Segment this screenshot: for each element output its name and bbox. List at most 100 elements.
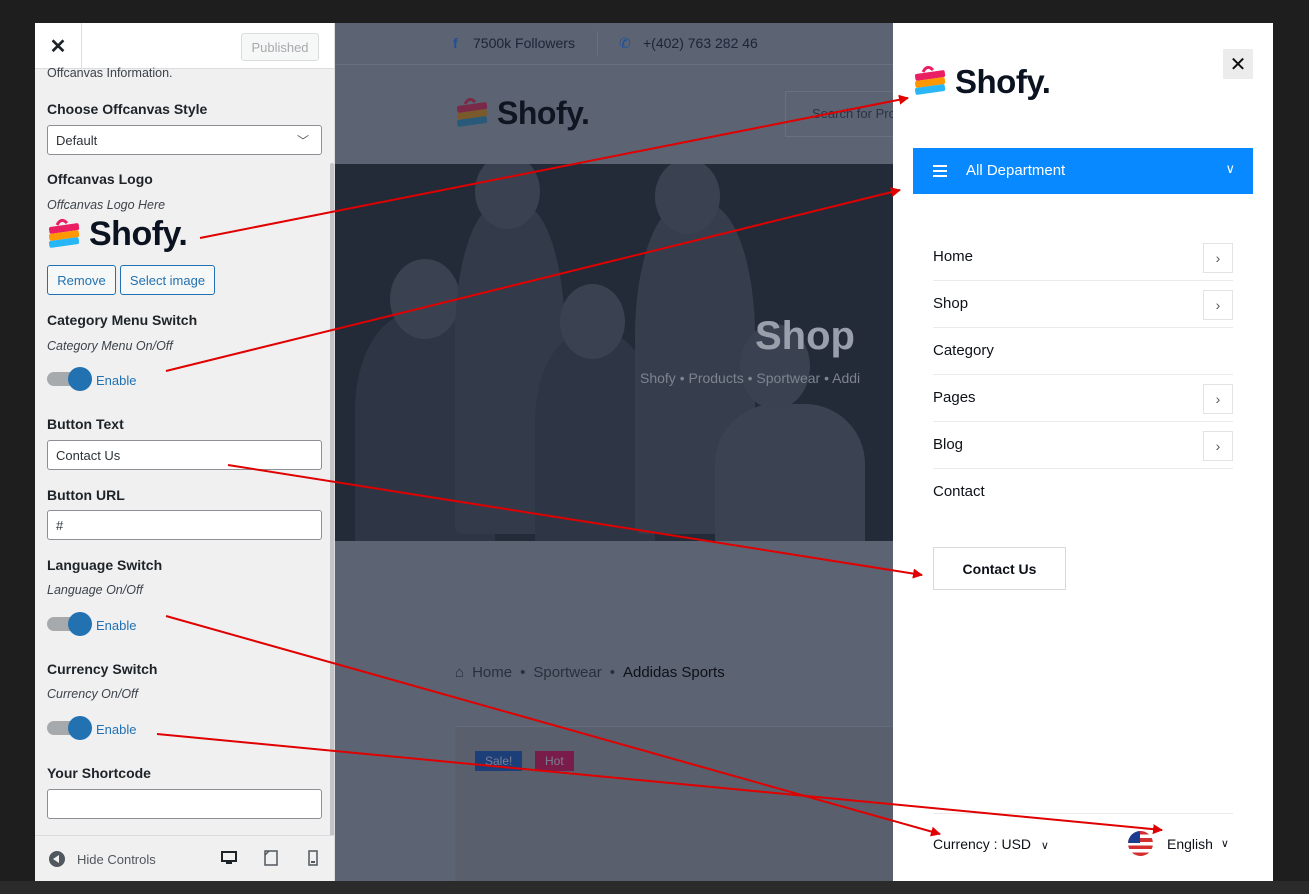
breadcrumb-sportwear[interactable]: Sportwear [533, 664, 601, 681]
currency-switch-hint: Currency On/Off [47, 687, 138, 701]
button-text-label: Button Text [47, 416, 124, 432]
customizer-header: ✕ Published [35, 23, 334, 69]
menu-item-pages[interactable]: Pages › [933, 375, 1233, 422]
language-switch-hint: Language On/Off [47, 583, 143, 597]
category-toggle-label: Enable [96, 373, 137, 388]
chevron-down-icon: ∨ [1040, 840, 1049, 852]
breadcrumb-current: Addidas Sports [622, 664, 725, 681]
all-department-toggle[interactable]: All Department ∨ [913, 148, 1253, 194]
phone-text[interactable]: +(402) 763 282 46 [643, 35, 758, 51]
menu-item-label: Home [933, 248, 974, 265]
category-switch-label: Category Menu Switch [47, 312, 198, 328]
menu-item-category[interactable]: Category [933, 328, 1233, 375]
section-intro: Offcanvas Information. [47, 66, 173, 80]
tablet-icon[interactable] [263, 850, 279, 866]
chevron-down-icon: ∨ [1225, 161, 1235, 176]
hero-breadcrumb: Shofy • Products • Sportwear • Addi [640, 370, 861, 386]
sale-badge: Sale! [475, 751, 523, 771]
page-breadcrumb: ⌂ Home • Sportwear • Addidas Sports [455, 664, 725, 681]
site-logo[interactable]: Shofy. [455, 95, 590, 132]
category-switch-hint: Category Menu On/Off [47, 339, 173, 353]
offcanvas-logo[interactable]: Shofy. [913, 63, 1051, 101]
close-icon[interactable]: ✕ [35, 23, 82, 69]
hero-person-head [390, 259, 460, 339]
menu-item-label: Blog [933, 436, 964, 453]
product-card: Sale! Hot [455, 726, 893, 881]
site-topbar: f 7500k Followers ✆ +(402) 763 282 46 [335, 23, 893, 65]
site-logo-text: Shofy. [497, 95, 590, 131]
currency-selector[interactable]: Currency : USD ∨ [933, 836, 1049, 852]
offcanvas-logo-text: Shofy. [955, 63, 1051, 100]
language-toggle-label: Enable [96, 618, 137, 633]
hide-controls-button[interactable]: Hide Controls [49, 851, 156, 867]
phone-icon: ✆ [619, 35, 631, 51]
hot-badge: Hot [535, 751, 574, 771]
chevron-right-icon[interactable]: › [1203, 290, 1233, 320]
currency-toggle[interactable] [47, 716, 92, 740]
menu-item-label: Shop [933, 295, 969, 312]
button-url-label: Button URL [47, 487, 125, 503]
chevron-right-icon[interactable]: › [1203, 243, 1233, 273]
contact-us-button[interactable]: Contact Us [933, 547, 1066, 590]
menu-item-label: Pages [933, 389, 976, 406]
button-url-field[interactable]: # [47, 510, 322, 540]
menu-item-label: Contact [933, 483, 985, 500]
menu-item-label: Category [933, 342, 994, 359]
select-image-button[interactable]: Select image [120, 265, 215, 295]
customizer-panel: ✕ Published Offcanvas Information. Choos… [35, 23, 335, 881]
language-selector[interactable]: English ∨ [1128, 831, 1229, 856]
all-department-label: All Department [966, 162, 1066, 179]
shortcode-field[interactable] [47, 789, 322, 819]
site-preview: f 7500k Followers ✆ +(402) 763 282 46 Sh… [335, 23, 893, 881]
customizer-footer: Hide Controls [35, 835, 334, 881]
logo-preview: Shofy. [47, 215, 188, 254]
offcanvas-style-select[interactable]: Default ﹀ [47, 125, 322, 155]
offcanvas-style-label: Choose Offcanvas Style [47, 101, 208, 117]
hero-banner: Shop Shofy • Products • Sportwear • Addi [335, 164, 893, 541]
currency-switch-label: Currency Switch [47, 661, 158, 677]
shofy-bag-icon [48, 218, 80, 248]
hero-title: Shop [755, 314, 855, 358]
menu-item-shop[interactable]: Shop › [933, 281, 1233, 328]
shofy-bag-icon [456, 97, 488, 127]
us-flag-icon [1128, 831, 1153, 856]
home-icon: ⌂ [455, 664, 465, 681]
close-icon[interactable]: ✕ [1223, 49, 1253, 79]
hamburger-icon [933, 165, 947, 177]
breadcrumb-separator: • [609, 664, 615, 681]
language-switch-label: Language Switch [47, 557, 163, 573]
category-toggle[interactable] [47, 367, 92, 391]
chevron-right-icon[interactable]: › [1203, 384, 1233, 414]
language-label: English [1167, 835, 1213, 852]
logo-text: Shofy. [89, 215, 188, 253]
menu-item-home[interactable]: Home › [933, 234, 1233, 281]
offcanvas-style-value: Default [56, 132, 98, 148]
topbar-divider [597, 31, 598, 55]
site-search-input[interactable]: Search for Pro [785, 91, 893, 137]
breadcrumb-home[interactable]: Home [472, 664, 512, 681]
menu-item-contact[interactable]: Contact [933, 469, 1233, 516]
remove-button[interactable]: Remove [47, 265, 116, 295]
offcanvas-panel: ✕ Shofy. All Department ∨ Home › Shop › … [893, 23, 1273, 881]
published-button[interactable]: Published [241, 33, 319, 61]
followers-text[interactable]: 7500k Followers [473, 35, 575, 51]
shofy-bag-icon [914, 65, 946, 95]
offcanvas-logo-hint: Offcanvas Logo Here [47, 198, 166, 212]
desktop-icon[interactable] [221, 850, 237, 866]
mobile-icon[interactable] [305, 850, 321, 866]
hide-controls-label: Hide Controls [77, 851, 156, 867]
offcanvas-footer-divider [933, 813, 1233, 814]
menu-item-blog[interactable]: Blog › [933, 422, 1233, 469]
panel-scrollbar[interactable] [330, 163, 334, 843]
hero-person [715, 404, 865, 541]
shortcode-label: Your Shortcode [47, 765, 151, 781]
chevron-right-icon[interactable]: › [1203, 431, 1233, 461]
language-toggle[interactable] [47, 612, 92, 636]
collapse-icon [49, 851, 65, 867]
facebook-icon: f [453, 35, 458, 51]
chevron-down-icon: ∨ [1220, 838, 1229, 850]
button-text-field[interactable]: Contact Us [47, 440, 322, 470]
breadcrumb-separator: • [520, 664, 526, 681]
chevron-down-icon: ﹀ [296, 134, 309, 148]
taskbar [0, 881, 1309, 894]
